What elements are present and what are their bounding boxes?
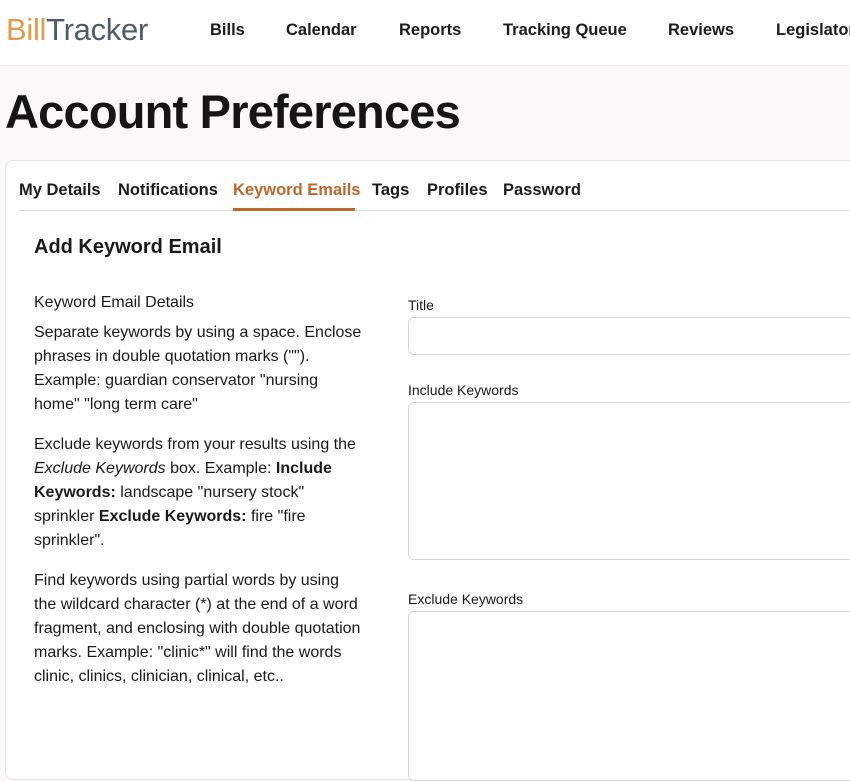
help-emphasis: Exclude Keywords: [34, 460, 166, 477]
tab-notifications[interactable]: Notifications: [118, 181, 218, 200]
include-keywords-textarea[interactable]: [408, 402, 850, 560]
help-paragraph-wildcard: Find keywords using partial words by usi…: [34, 572, 361, 685]
include-keywords-label: Include Keywords: [408, 382, 519, 398]
logo-part-tracker: Tracker: [46, 12, 148, 47]
tab-password[interactable]: Password: [503, 181, 581, 200]
tab-my-details[interactable]: My Details: [19, 181, 101, 200]
tab-keyword-emails[interactable]: Keyword Emails: [233, 181, 360, 200]
exclude-keywords-label: Exclude Keywords: [408, 591, 524, 607]
top-header: BillTracker Bills Calendar Reports Track…: [0, 0, 850, 66]
nav-calendar[interactable]: Calendar: [286, 21, 357, 40]
title-label: Title: [408, 297, 434, 313]
nav-reports[interactable]: Reports: [399, 21, 461, 40]
page-title: Account Preferences: [5, 85, 461, 138]
tab-profiles[interactable]: Profiles: [427, 181, 488, 200]
nav-tracking-queue[interactable]: Tracking Queue: [503, 21, 627, 40]
help-paragraph-separate: Separate keywords by using a space. Encl…: [34, 324, 362, 413]
tab-tags[interactable]: Tags: [372, 181, 409, 200]
title-input[interactable]: [408, 317, 850, 355]
nav-bills[interactable]: Bills: [210, 21, 245, 40]
section-title: Add Keyword Email: [34, 236, 222, 258]
billtracker-logo[interactable]: BillTracker: [6, 12, 148, 48]
nav-legislators[interactable]: Legislators: [776, 21, 850, 40]
help-text: Exclude keywords from your results using…: [34, 436, 356, 453]
help-text: box. Example:: [165, 460, 276, 477]
help-paragraph-exclude: Exclude keywords from your results using…: [34, 433, 364, 553]
logo-part-bill: Bill: [6, 12, 47, 47]
active-tab-indicator: [233, 208, 355, 211]
nav-reviews[interactable]: Reviews: [668, 21, 734, 40]
tabs-divider: [19, 210, 850, 211]
help-heading: Keyword Email Details: [34, 294, 195, 311]
help-bold-exclude: Exclude Keywords:: [98, 508, 247, 525]
exclude-keywords-textarea[interactable]: [408, 611, 850, 781]
